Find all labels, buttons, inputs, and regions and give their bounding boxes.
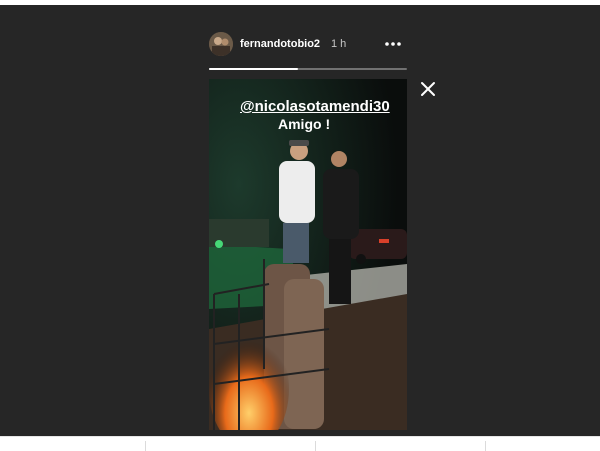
story-username[interactable]: fernandotobio2: [240, 38, 320, 50]
more-options-icon[interactable]: [383, 36, 403, 52]
close-icon[interactable]: [418, 79, 438, 99]
story-timestamp: 1 h: [331, 38, 347, 50]
story-progress-fill: [209, 68, 299, 70]
story-header: fernandotobio2 1 h: [209, 32, 407, 58]
avatar-image: [209, 32, 233, 56]
story-viewer: fernandotobio2 1 h @nicolasotamendi30 Am…: [0, 5, 600, 436]
user-avatar[interactable]: [209, 32, 233, 56]
story-progress-bar: [209, 68, 407, 70]
story-media[interactable]: @nicolasotamendi30 Amigo !: [209, 79, 407, 430]
story-caption: Amigo !: [278, 116, 331, 132]
story-mention-sticker[interactable]: @nicolasotamendi30: [240, 98, 390, 115]
page-bottom-bar: [0, 436, 600, 451]
